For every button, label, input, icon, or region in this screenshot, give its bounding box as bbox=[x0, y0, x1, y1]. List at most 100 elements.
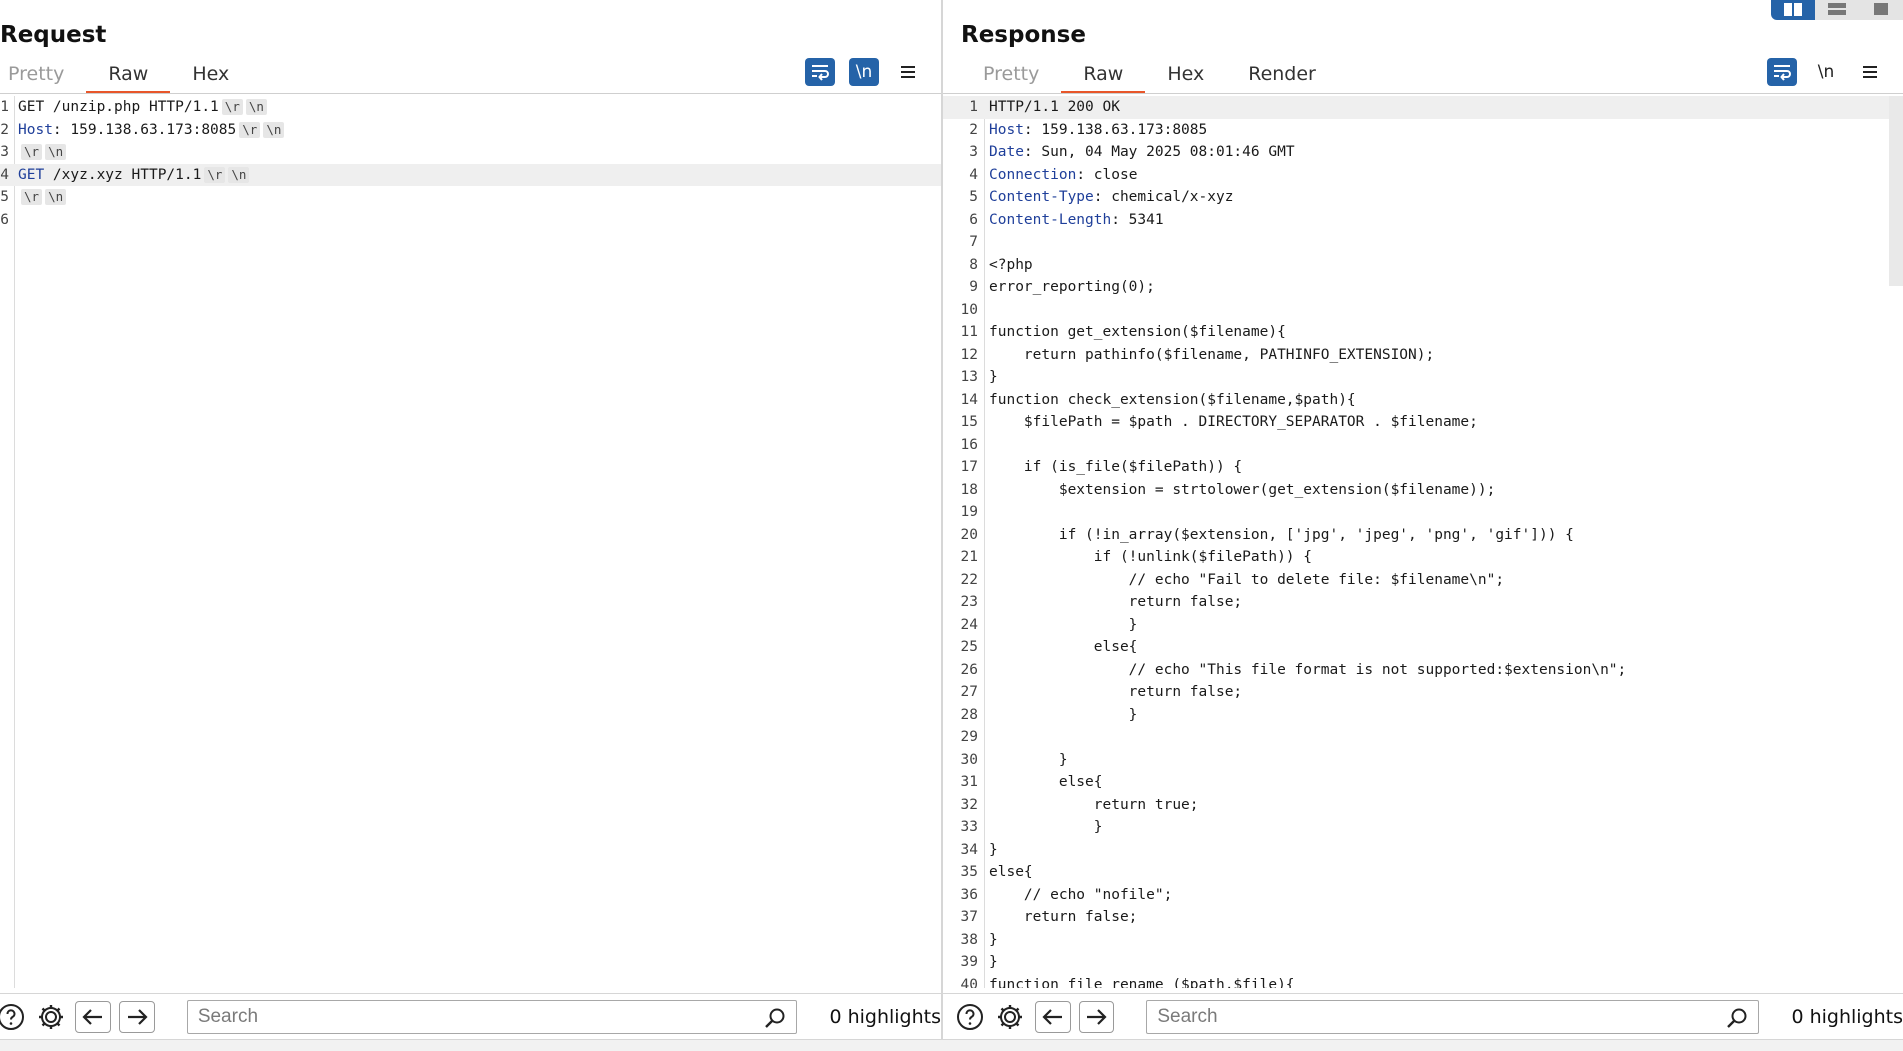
line-content: return false; bbox=[989, 591, 1243, 614]
code-line[interactable]: 40 function file_rename ($path,$file){ bbox=[943, 974, 1903, 989]
code-line[interactable]: 5 Content-Type: chemical/x-xyz bbox=[943, 186, 1903, 209]
code-line[interactable]: 8 <?php bbox=[943, 254, 1903, 277]
response-highlights-count: 0 highlights bbox=[1791, 1005, 1903, 1028]
arrow-right-icon[interactable] bbox=[119, 1000, 155, 1033]
line-number: 23 bbox=[960, 594, 978, 610]
request-search-input[interactable] bbox=[187, 1000, 797, 1033]
code-line[interactable]: 30 } bbox=[943, 749, 1903, 772]
line-text: function check_extension($filename,$path… bbox=[989, 391, 1356, 408]
code-line[interactable]: 16 bbox=[943, 434, 1903, 457]
response-search-input[interactable] bbox=[1147, 1000, 1759, 1033]
response-scrollbar[interactable] bbox=[1889, 96, 1903, 286]
code-line[interactable]: 23 return false; bbox=[943, 591, 1903, 614]
code-line[interactable]: 32 return true; bbox=[943, 794, 1903, 817]
code-line[interactable]: 27 return false; bbox=[943, 681, 1903, 704]
hamburger-menu-icon[interactable] bbox=[893, 58, 923, 86]
line-content: Content-Length: 5341 bbox=[989, 209, 1164, 232]
code-line[interactable]: 3 \r \n bbox=[0, 141, 941, 164]
code-line[interactable]: 18 $extension = strtolower(get_extension… bbox=[943, 479, 1903, 502]
line-number: 16 bbox=[960, 436, 978, 453]
request-tab-hex[interactable]: Hex bbox=[170, 60, 251, 94]
code-line[interactable]: 37 return false; bbox=[943, 906, 1903, 929]
code-line[interactable]: 2 Host: 159.138.63.173:8085 \r \n bbox=[0, 119, 941, 142]
request-tabs: Pretty Raw Hex bbox=[0, 60, 251, 94]
code-line[interactable]: 12 return pathinfo($filename, PATHINFO_E… bbox=[943, 344, 1903, 367]
code-line[interactable]: 25 else{ bbox=[943, 636, 1903, 659]
code-line[interactable]: 35 else{ bbox=[943, 861, 1903, 884]
code-line[interactable]: 36 // echo "nofile"; bbox=[943, 884, 1903, 907]
code-line[interactable]: 4 GET /xyz.xyz HTTP/1.1 \r \n bbox=[0, 163, 941, 186]
wrap-lines-icon[interactable] bbox=[1767, 58, 1797, 86]
line-text: return false; bbox=[989, 594, 1243, 610]
code-line[interactable]: 2 Host: 159.138.63.173:8085 bbox=[943, 119, 1903, 142]
wrap-lines-icon[interactable] bbox=[805, 58, 835, 86]
code-line[interactable]: 17 if (is_file($filePath)) { bbox=[943, 456, 1903, 479]
code-line[interactable]: 6 Content-Length: 5341 bbox=[943, 209, 1903, 232]
layout-single-icon[interactable] bbox=[1859, 0, 1903, 20]
help-icon[interactable] bbox=[0, 1000, 28, 1034]
header-name: GET bbox=[18, 166, 45, 183]
line-number: 1 bbox=[969, 99, 978, 115]
code-line[interactable]: 19 bbox=[943, 501, 1903, 524]
code-line[interactable]: 3 Date: Sun, 04 May 2025 08:01:46 GMT bbox=[943, 141, 1903, 164]
line-content: return false; bbox=[989, 681, 1243, 704]
line-number: 20 bbox=[960, 526, 978, 543]
search-icon[interactable] bbox=[1726, 1007, 1748, 1034]
code-line[interactable]: 38} bbox=[943, 929, 1903, 952]
code-line[interactable]: 20 if (!in_array($extension, ['jpg', 'jp… bbox=[943, 524, 1903, 547]
show-newlines-button[interactable]: \n bbox=[849, 58, 879, 86]
code-line[interactable]: 1 HTTP/1.1 200 OK bbox=[943, 96, 1903, 119]
help-icon[interactable] bbox=[953, 1000, 987, 1034]
code-line[interactable]: 15 $filePath = $path . DIRECTORY_SEPARAT… bbox=[943, 411, 1903, 434]
line-content: Host: 159.138.63.173:8085 \r \n bbox=[18, 119, 285, 142]
response-tab-raw[interactable]: Raw bbox=[1061, 60, 1146, 94]
line-text: : 5341 bbox=[1111, 211, 1164, 228]
code-line[interactable]: 4 Connection: close bbox=[943, 164, 1903, 187]
line-text: } bbox=[989, 931, 998, 948]
code-line[interactable]: 7 bbox=[943, 231, 1903, 254]
code-line[interactable]: 39} bbox=[943, 951, 1903, 974]
request-tab-pretty[interactable]: Pretty bbox=[0, 60, 86, 94]
code-line[interactable]: 9 error_reporting(0); bbox=[943, 276, 1903, 299]
response-editor[interactable]: 1 HTTP/1.1 200 OK 2 Host: 159.138.63.173:80… bbox=[943, 96, 1903, 988]
settings-gear-icon[interactable] bbox=[34, 1000, 68, 1034]
code-line[interactable]: 26 // echo "This file format is not supp… bbox=[943, 659, 1903, 682]
code-line[interactable]: 31 else{ bbox=[943, 771, 1903, 794]
arrow-left-icon[interactable] bbox=[75, 1000, 112, 1033]
code-line[interactable]: 21 if (!unlink($filePath)) { bbox=[943, 546, 1903, 569]
search-icon[interactable] bbox=[764, 1007, 786, 1034]
arrow-right-icon[interactable] bbox=[1078, 1000, 1115, 1033]
code-line[interactable]: 14 function check_extension($filename,$pa… bbox=[943, 389, 1903, 412]
code-line[interactable]: 6 bbox=[0, 209, 941, 232]
request-editor[interactable]: 1 GET /unzip.php HTTP/1.1 \r \n 2 Host: 159.1… bbox=[0, 96, 941, 988]
code-line[interactable]: 34} bbox=[943, 839, 1903, 862]
settings-gear-icon[interactable] bbox=[993, 1000, 1027, 1034]
layout-split-icon[interactable] bbox=[1771, 0, 1815, 20]
code-line[interactable]: 24 } bbox=[943, 614, 1903, 637]
response-tab-pretty[interactable]: Pretty bbox=[961, 60, 1061, 94]
request-tab-raw[interactable]: Raw bbox=[86, 60, 171, 94]
show-newlines-button[interactable]: \n bbox=[1811, 58, 1841, 86]
code-line[interactable]: 1 GET /unzip.php HTTP/1.1 \r \n bbox=[0, 96, 941, 119]
code-line[interactable]: 10 bbox=[943, 299, 1903, 322]
hamburger-menu-icon[interactable] bbox=[1855, 58, 1885, 86]
line-number: 37 bbox=[960, 909, 978, 925]
code-line[interactable]: 11 function get_extension($filename){ bbox=[943, 321, 1903, 344]
response-tab-hex[interactable]: Hex bbox=[1145, 60, 1226, 94]
code-line[interactable]: 33 } bbox=[943, 816, 1903, 839]
code-line[interactable]: 28 } bbox=[943, 704, 1903, 727]
line-text: } bbox=[989, 841, 998, 858]
code-line[interactable]: 5 \r \n bbox=[0, 186, 941, 209]
response-tab-render[interactable]: Render bbox=[1226, 60, 1338, 94]
line-number: 1 bbox=[0, 99, 9, 115]
request-title: Request bbox=[0, 22, 107, 48]
arrow-left-icon[interactable] bbox=[1034, 1000, 1071, 1033]
code-line[interactable]: 22 // echo "Fail to delete file: $filena… bbox=[943, 569, 1903, 592]
layout-stacked-icon[interactable] bbox=[1815, 0, 1859, 20]
line-content: } bbox=[989, 951, 998, 974]
code-line[interactable]: 29 bbox=[943, 726, 1903, 749]
line-number: 4 bbox=[0, 166, 9, 183]
line-number: 5 bbox=[969, 189, 978, 205]
code-line[interactable]: 13} bbox=[943, 366, 1903, 389]
line-number: 4 bbox=[969, 166, 978, 183]
